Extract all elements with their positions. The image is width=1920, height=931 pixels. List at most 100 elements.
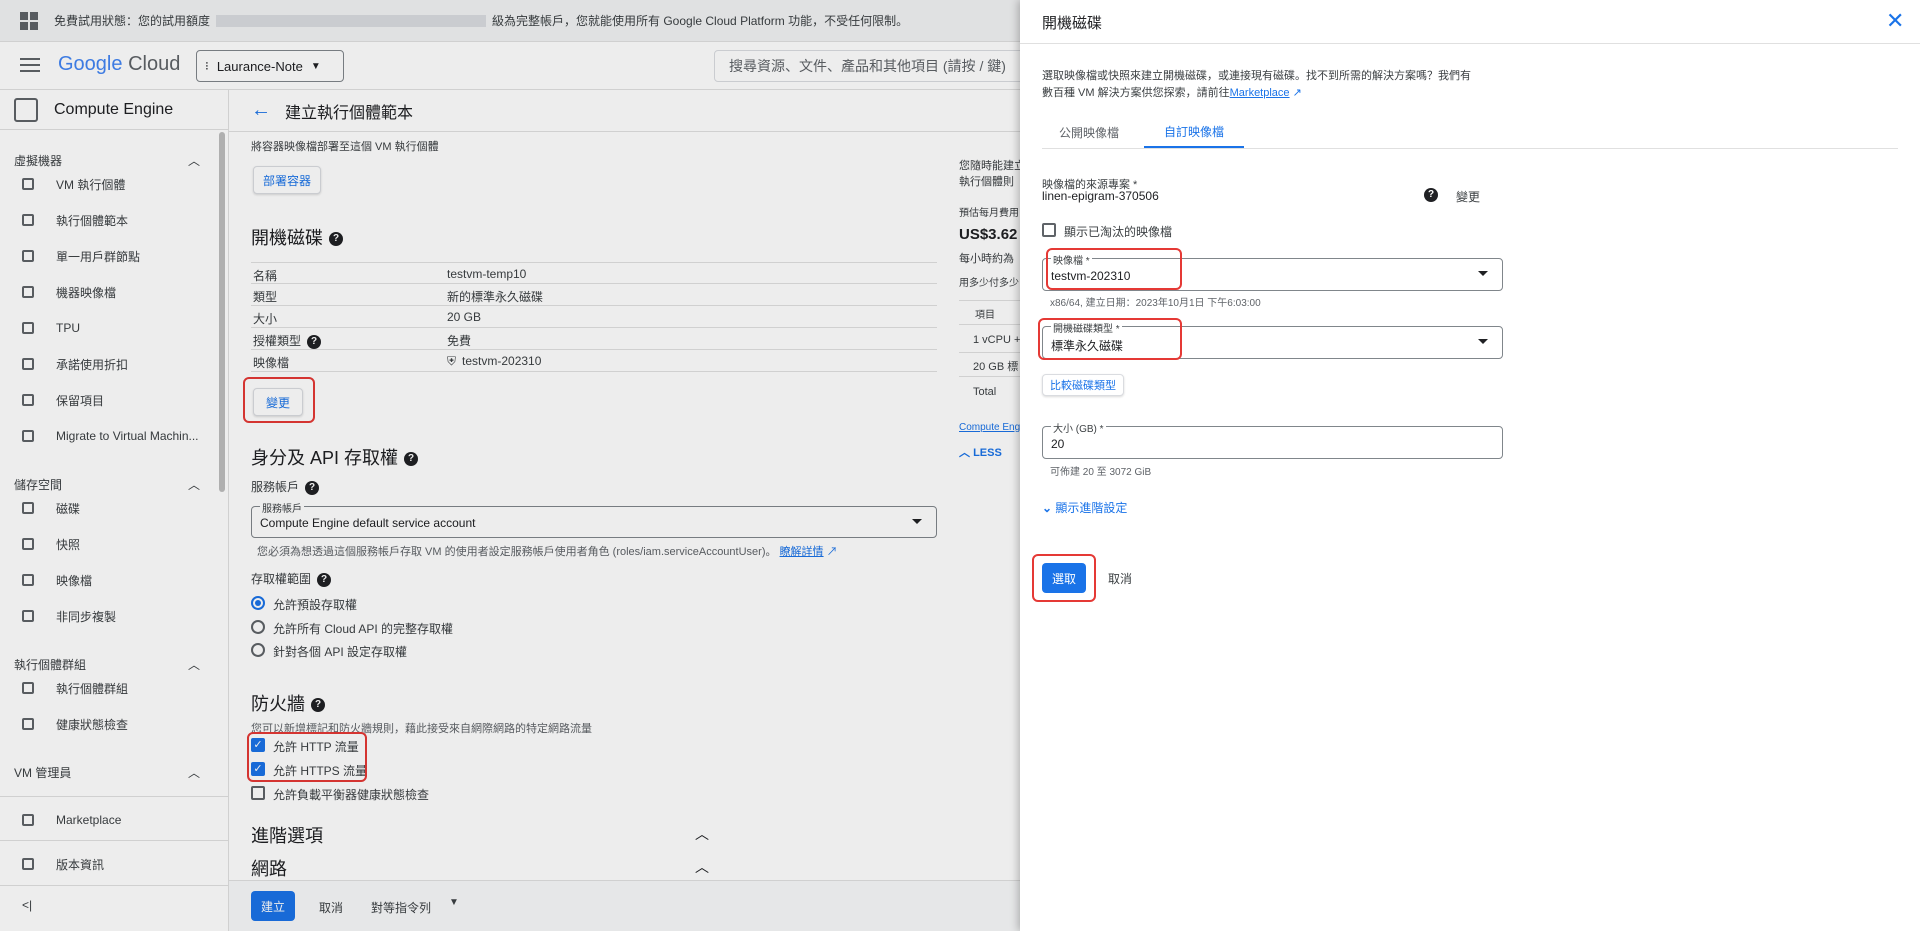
- sidebar-item-async-replication[interactable]: 非同步複製: [0, 602, 214, 630]
- service-account-select[interactable]: 服務帳戶 Compute Engine default service acco…: [251, 500, 937, 538]
- sidebar-item-images[interactable]: 映像檔: [0, 566, 214, 594]
- sidebar-item-sole-tenant[interactable]: 單一用戶群節點: [0, 242, 214, 270]
- sidebar-item-vm-instances[interactable]: VM 執行個體: [0, 170, 214, 198]
- sidebar-section-vm[interactable]: 虛擬機器 ︿: [0, 149, 214, 171]
- search-placeholder: 搜尋資源、文件、產品和其他項目 (請按 / 鍵): [729, 58, 1006, 74]
- sidebar-item-machine-images[interactable]: 機器映像檔: [0, 278, 214, 306]
- help-icon[interactable]: ?: [1424, 188, 1438, 202]
- sidebar-section-vm-manager[interactable]: VM 管理員 ︿: [0, 761, 214, 783]
- project-selector[interactable]: ⁝ Laurance-Note ▼: [196, 50, 344, 82]
- per-hour-label: 每小時約為: [959, 253, 1014, 265]
- sidebar-item-marketplace[interactable]: Marketplace: [0, 806, 214, 834]
- sidebar-item-reservations[interactable]: 保留項目: [0, 386, 214, 414]
- machine-image-icon: [22, 286, 34, 298]
- back-arrow-icon[interactable]: ←: [251, 99, 273, 122]
- chevron-up-icon[interactable]: ︿: [695, 824, 709, 844]
- checkbox-label: 允許 HTTP 流量: [273, 740, 359, 754]
- access-scopes-label-text: 存取權範圍: [251, 572, 312, 586]
- tab-public-images[interactable]: 公開映像檔: [1042, 116, 1136, 148]
- row-value: ⛨ testvm-202310: [447, 354, 541, 369]
- access-scopes-label: 存取權範圍?: [251, 570, 332, 587]
- cancel-button[interactable]: 取消: [319, 899, 343, 916]
- help-icon[interactable]: ?: [305, 480, 320, 495]
- checkbox-show-deprecated[interactable]: [1042, 223, 1056, 237]
- radio-full-access[interactable]: [251, 620, 265, 634]
- firewall-heading-text: 防火牆: [251, 694, 305, 714]
- migrate-icon: [22, 430, 34, 442]
- boot-disk-row: 類型 新的標準永久磁碟: [251, 284, 937, 306]
- checkbox-allow-http[interactable]: ✓: [251, 738, 265, 752]
- pricing-note-line: 您隨時能建立: [959, 160, 1020, 172]
- show-advanced-toggle[interactable]: ⌄ 顯示進階設定: [1042, 499, 1127, 516]
- menu-icon[interactable]: [20, 56, 40, 74]
- collapse-sidebar-icon[interactable]: <|: [22, 898, 32, 912]
- help-icon[interactable]: ?: [404, 452, 419, 467]
- radio-label: 允許所有 Cloud API 的完整存取權: [273, 622, 454, 636]
- less-toggle[interactable]: ︿ LESS: [959, 444, 1020, 460]
- replication-icon: [22, 610, 34, 622]
- image-select[interactable]: 映像檔 * testvm-202310: [1042, 252, 1503, 291]
- sidebar-item-snapshots[interactable]: 快照: [0, 530, 214, 558]
- sidebar-item-label: 映像檔: [56, 573, 93, 588]
- sidebar-section-storage[interactable]: 儲存空間 ︿: [0, 473, 214, 495]
- cancel-button[interactable]: 取消: [1108, 570, 1132, 587]
- sidebar-item-migrate[interactable]: Migrate to Virtual Machin...: [0, 422, 214, 450]
- template-icon: [22, 214, 34, 226]
- tab-custom-images[interactable]: 自訂映像檔: [1144, 116, 1244, 148]
- help-icon[interactable]: ?: [329, 232, 343, 247]
- field-value: testvm-202310: [1051, 269, 1131, 283]
- change-project-button[interactable]: 變更: [1456, 188, 1480, 205]
- sidebar-item-health-checks[interactable]: 健康狀態檢查: [0, 710, 214, 738]
- checkbox-allow-https[interactable]: ✓: [251, 762, 265, 776]
- boot-disk-heading-text: 開機磁碟: [251, 228, 323, 248]
- radio-default-access[interactable]: [251, 596, 265, 610]
- pricing-link[interactable]: Compute Eng: [959, 422, 1020, 433]
- sidebar-item-cud[interactable]: 承諾使用折扣: [0, 350, 214, 378]
- advanced-options-heading[interactable]: 進階選項: [251, 822, 323, 848]
- chevron-down-icon[interactable]: ▼: [449, 897, 459, 908]
- pay-as-you-go: 用多少付多少: [959, 278, 1019, 289]
- chevron-up-icon: ︿: [959, 447, 974, 459]
- calendar-icon: [22, 394, 34, 406]
- select-button[interactable]: 選取: [1042, 563, 1086, 593]
- sidebar-item-label: 非同步複製: [56, 609, 117, 624]
- close-icon[interactable]: ✕: [1886, 8, 1904, 34]
- sidebar-item-instance-groups[interactable]: 執行個體群組: [0, 674, 214, 702]
- sidebar-item-release-notes[interactable]: 版本資訊: [0, 850, 214, 878]
- source-project-value: linen-epigram-370506: [1042, 189, 1159, 203]
- equivalent-command-button[interactable]: 對等指令列: [371, 899, 431, 916]
- learn-more-link[interactable]: 瞭解詳情: [780, 546, 824, 558]
- product-title[interactable]: Compute Engine: [0, 90, 229, 130]
- trial-banner: 免費試用狀態：您的試用額度 級為完整帳戶，您就能使用所有 Google Clou…: [0, 0, 1020, 42]
- google-cloud-logo[interactable]: Google Cloud: [58, 53, 180, 76]
- size-input[interactable]: 大小 (GB) * 20: [1042, 420, 1503, 459]
- help-icon[interactable]: ?: [307, 334, 322, 349]
- row-value: testvm-temp10: [447, 267, 527, 281]
- dropdown-arrow-icon: [1478, 271, 1488, 276]
- create-button[interactable]: 建立: [251, 891, 295, 921]
- project-name: Laurance-Note: [216, 58, 303, 74]
- apps-icon: [20, 11, 38, 30]
- chevron-up-icon[interactable]: ︿: [695, 857, 709, 877]
- radio-label: 允許預設存取權: [273, 598, 358, 612]
- help-icon[interactable]: ?: [311, 698, 325, 713]
- sidebar-item-disks[interactable]: 磁碟: [0, 494, 214, 522]
- compare-disk-types-button[interactable]: 比較磁碟類型: [1042, 374, 1124, 396]
- change-boot-disk-button[interactable]: 變更: [253, 388, 303, 416]
- network-heading[interactable]: 網路: [251, 855, 287, 881]
- image-hint: x86/64, 建立日期：2023年10月1日 下午6:03:00: [1050, 298, 1261, 309]
- sidebar-item-tpu[interactable]: TPU: [0, 314, 214, 342]
- marketplace-link[interactable]: Marketplace: [1230, 87, 1290, 99]
- note-text: 您必須為想透過這個服務帳戶存取 VM 的使用者設定服務帳戶使用者角色 (role…: [257, 546, 777, 558]
- deploy-container-button[interactable]: 部署容器: [253, 166, 321, 194]
- sidebar-scrollbar[interactable]: [219, 132, 225, 492]
- search-input[interactable]: 搜尋資源、文件、產品和其他項目 (請按 / 鍵): [714, 50, 1024, 82]
- help-icon[interactable]: ?: [317, 572, 332, 587]
- checkbox-lb-health-check[interactable]: [251, 786, 265, 800]
- sidebar-section-instance-groups[interactable]: 執行個體群組 ︿: [0, 653, 214, 675]
- boot-disk-type-select[interactable]: 開機磁碟類型 * 標準永久磁碟: [1042, 320, 1503, 359]
- sidebar-item-instance-templates[interactable]: 執行個體範本: [0, 206, 214, 234]
- divider: [959, 376, 1020, 377]
- radio-per-api-access[interactable]: [251, 643, 265, 657]
- dropdown-arrow-icon: [912, 519, 922, 524]
